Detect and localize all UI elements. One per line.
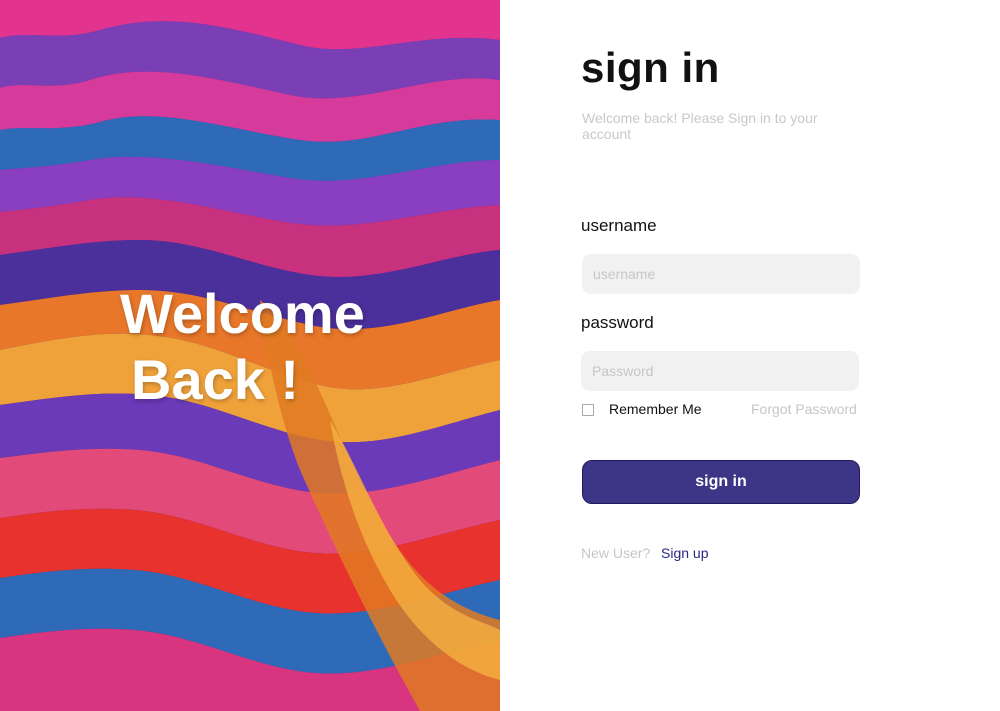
new-user-text: New User? [581,545,651,561]
page-title: sign in [581,44,720,91]
signup-link[interactable]: Sign up [661,545,708,561]
forgot-password-link[interactable]: Forgot Password [751,401,857,417]
signin-button[interactable]: sign in [582,460,860,504]
username-input[interactable] [582,254,860,294]
hero-heading-line2: Back ! [131,348,300,411]
password-input[interactable] [581,351,859,391]
hero-panel: Welcome Back ! [0,0,500,711]
remember-me-label[interactable]: Remember Me [609,401,702,417]
username-label: username [581,216,657,235]
signin-panel: sign in Welcome back! Please Sign in to … [500,0,1000,711]
password-label: password [581,313,654,332]
page-subtitle: Welcome back! Please Sign in to your acc… [582,110,818,142]
remember-me-checkbox[interactable] [582,404,594,416]
hero-heading-line1: Welcome [120,282,365,345]
